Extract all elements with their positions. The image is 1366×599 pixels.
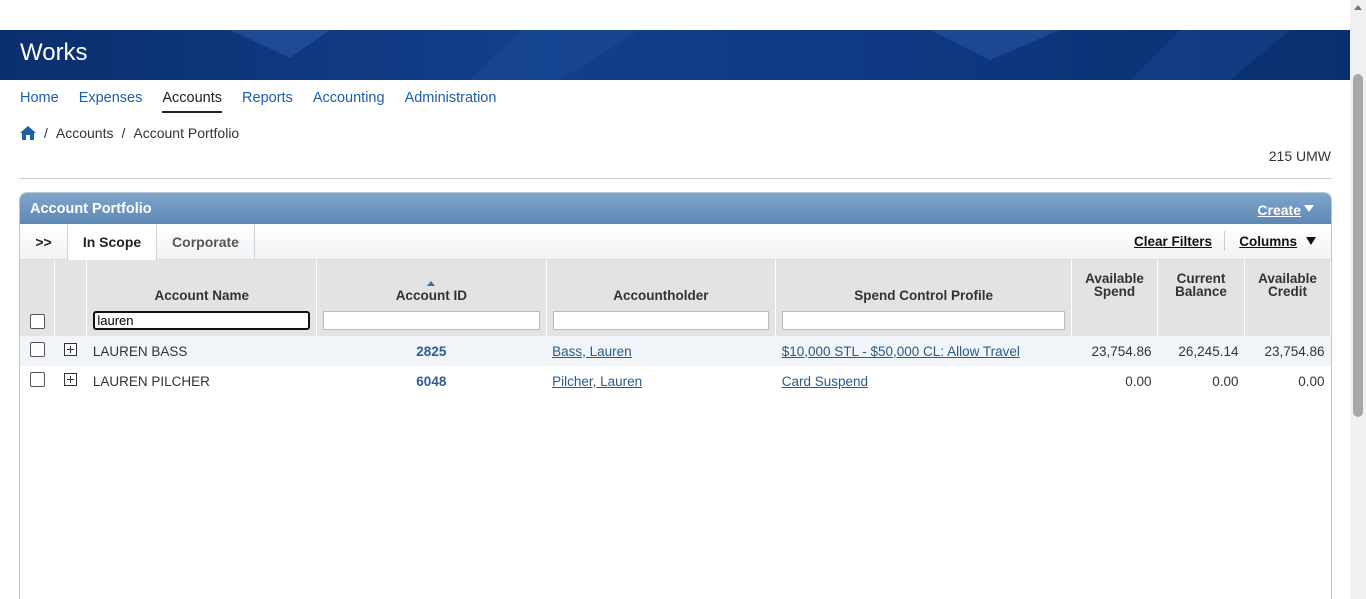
col-current-balance[interactable]: Current Balance <box>1157 260 1245 336</box>
columns-menu[interactable]: Columns <box>1239 234 1297 249</box>
org-label: 215 UMW <box>1268 148 1331 164</box>
toolbar-divider <box>1224 231 1225 251</box>
brand-logo[interactable]: Works <box>20 39 88 67</box>
accountholder-cell: Pilcher, Lauren <box>546 366 776 396</box>
nav-accounts[interactable]: Accounts <box>162 90 223 113</box>
row-select-cell <box>20 366 55 396</box>
sort-ascending-icon <box>427 281 436 286</box>
scrollbar-thumb[interactable] <box>1353 74 1363 417</box>
available-credit-cell: 23,754.86 <box>1244 336 1331 366</box>
account-id-cell[interactable]: 2825 <box>316 336 547 366</box>
banner-decoration <box>230 30 1290 80</box>
row-expand-cell <box>55 366 87 396</box>
spend-profile-link[interactable]: Card Suspend <box>782 374 868 389</box>
col-available-spend[interactable]: Available Spend <box>1071 260 1159 336</box>
main-nav: Home Expenses Accounts Reports Accountin… <box>20 90 496 113</box>
col-account-name[interactable]: Account Name <box>86 260 318 336</box>
col-spend-profile-label: Spend Control Profile <box>854 288 994 303</box>
account-id-cell[interactable]: 6048 <box>317 366 546 396</box>
breadcrumb-separator: / <box>121 125 126 141</box>
row-expand-cell <box>54 336 87 366</box>
table-row[interactable]: LAUREN PILCHER 6048 Pilcher, Lauren Card… <box>20 366 1331 396</box>
header-row: Account Name Account ID Accountholder Sp… <box>20 260 1331 336</box>
accounts-table: Account Name Account ID Accountholder Sp… <box>20 260 1331 396</box>
header-banner: Works <box>0 30 1350 80</box>
current-balance-cell: 26,245.14 <box>1157 336 1245 366</box>
clear-filters-link[interactable]: Clear Filters <box>1134 234 1212 249</box>
col-accountholder-label: Accountholder <box>613 288 709 303</box>
select-all-header <box>20 260 56 336</box>
row-checkbox[interactable] <box>29 372 45 387</box>
page-scrollbar[interactable] <box>1350 0 1366 599</box>
breadcrumb: / Accounts / Account Portfolio <box>20 125 239 141</box>
top-strip <box>0 0 1350 30</box>
header-line: Balance <box>1175 284 1227 299</box>
header-line: Credit <box>1267 284 1307 299</box>
spend-profile-cell: Card Suspend <box>776 366 1072 396</box>
expand-plus-icon[interactable] <box>64 373 78 386</box>
row-select-cell <box>20 336 55 366</box>
expand-plus-icon[interactable] <box>64 343 78 356</box>
panel-header: Account Portfolio Create <box>20 193 1331 224</box>
col-account-id[interactable]: Account ID <box>316 260 547 336</box>
row-checkbox[interactable] <box>29 342 45 357</box>
col-accountholder[interactable]: Accountholder <box>546 260 777 336</box>
account-id-filter[interactable] <box>323 311 540 330</box>
nav-accounting[interactable]: Accounting <box>313 90 385 113</box>
col-account-id-label: Account ID <box>395 288 467 303</box>
col-account-name-label: Account Name <box>154 288 249 303</box>
nav-administration[interactable]: Administration <box>405 90 497 113</box>
table-row[interactable]: LAUREN BASS 2825 Bass, Lauren $10,000 ST… <box>20 336 1331 366</box>
breadcrumb-current: Account Portfolio <box>133 125 240 141</box>
accountholder-filter[interactable] <box>552 311 770 330</box>
spend-profile-cell: $10,000 STL - $50,000 CL: Allow Travel <box>775 336 1072 366</box>
page: Works Home Expenses Accounts Reports Acc… <box>0 0 1350 599</box>
col-available-credit-label: Available Credit <box>1245 272 1330 299</box>
spend-profile-link[interactable]: $10,000 STL - $50,000 CL: Allow Travel <box>782 344 1020 359</box>
breadcrumb-accounts[interactable]: Accounts <box>56 125 114 141</box>
col-current-balance-label: Current Balance <box>1158 272 1244 299</box>
col-available-spend-label: Available Spend <box>1072 272 1157 299</box>
expand-filters-tab[interactable]: >> <box>20 224 68 260</box>
accountholder-link[interactable]: Pilcher, Lauren <box>552 374 642 389</box>
account-name-cell: LAUREN PILCHER <box>92 373 210 389</box>
divider <box>19 178 1332 179</box>
header-line: Spend <box>1093 284 1136 299</box>
tab-corporate[interactable]: Corporate <box>157 224 255 260</box>
nav-reports[interactable]: Reports <box>242 90 293 113</box>
home-icon[interactable] <box>20 126 36 140</box>
accountholder-cell: Bass, Lauren <box>546 336 776 366</box>
available-spend-cell: 0.00 <box>1125 373 1152 389</box>
nav-home[interactable]: Home <box>20 90 59 113</box>
available-spend-cell: 23,754.86 <box>1071 336 1158 366</box>
accountholder-link[interactable]: Bass, Lauren <box>552 344 632 359</box>
select-all-checkbox[interactable] <box>30 314 45 329</box>
current-balance-cell: 0.00 <box>1212 373 1239 389</box>
caret-down-icon[interactable] <box>1306 237 1316 245</box>
panel-title: Account Portfolio <box>30 201 152 217</box>
col-available-credit[interactable]: Available Credit <box>1244 260 1331 336</box>
col-spend-control-profile[interactable]: Spend Control Profile <box>775 260 1073 336</box>
chevron-down-icon[interactable] <box>1304 205 1314 212</box>
expand-header <box>54 260 88 336</box>
scroll-up-arrow-icon[interactable] <box>1354 5 1362 10</box>
tab-bar: >> In Scope Corporate Clear Filters Colu… <box>20 224 1331 261</box>
account-name-cell: LAUREN BASS <box>86 336 317 366</box>
account-name-filter[interactable] <box>93 311 311 330</box>
tab-in-scope[interactable]: In Scope <box>68 224 157 261</box>
spend-profile-filter[interactable] <box>782 311 1066 330</box>
breadcrumb-separator: / <box>44 125 48 141</box>
create-button[interactable]: Create <box>1257 202 1301 218</box>
nav-expenses[interactable]: Expenses <box>79 90 143 113</box>
available-credit-cell: 0.00 <box>1298 373 1325 389</box>
account-portfolio-panel: Account Portfolio Create >> In Scope Cor… <box>19 192 1332 599</box>
